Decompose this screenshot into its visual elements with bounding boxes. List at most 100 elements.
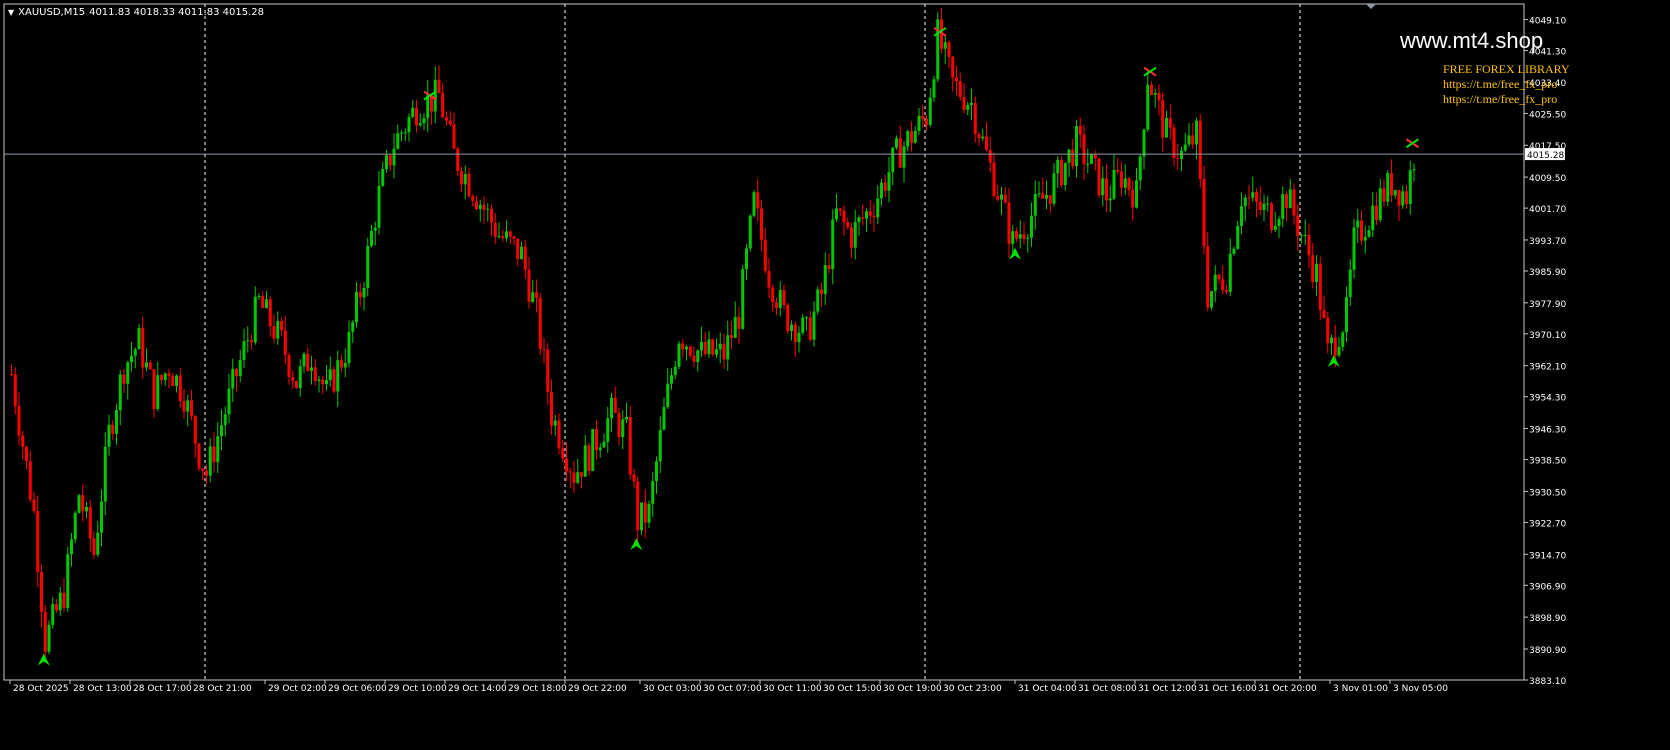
candle-body (1296, 215, 1300, 236)
candle-body (932, 79, 936, 98)
candle-body (1142, 129, 1146, 157)
candle-body (261, 296, 265, 309)
candle-body (407, 116, 411, 133)
candle-body (1157, 93, 1161, 101)
candle-body (178, 375, 182, 401)
candle-body (906, 131, 910, 147)
symbol-label: XAUUSD,M15 (18, 7, 86, 18)
candle-body (831, 219, 835, 270)
candle-body (1266, 203, 1270, 205)
x-tick-label: 30 Oct 07:00 (703, 684, 762, 694)
candle-body (193, 415, 197, 444)
candle-body (535, 292, 538, 298)
candle-body (857, 217, 861, 222)
candle-body (47, 624, 51, 652)
candle-body (1348, 269, 1352, 297)
candle-body (741, 269, 745, 329)
candle-body (343, 363, 347, 368)
candle-body (925, 118, 928, 125)
candle-body (1382, 188, 1386, 202)
candle-body (861, 217, 865, 219)
candle-body (1393, 190, 1397, 196)
candle-body (1127, 178, 1131, 190)
candle-body (718, 343, 722, 350)
candle-body (711, 339, 715, 355)
candle-body (1063, 162, 1067, 186)
candle-body (1202, 178, 1206, 247)
candle-body (1330, 337, 1333, 344)
candle-body (580, 472, 583, 477)
candle-body (493, 222, 497, 237)
candle-body (943, 42, 947, 49)
candle-body (722, 343, 726, 360)
candle-body (396, 133, 400, 149)
candle-body (1183, 144, 1187, 151)
chart-window[interactable]: 4049.10 4041.30 4033.40 4025.50 4017.50 4009.… (0, 0, 1670, 746)
dropdown-icon[interactable]: ▼ (8, 8, 14, 17)
candle-body (81, 495, 85, 512)
candle-body (475, 201, 478, 209)
candle-body (145, 362, 148, 368)
candle-body (715, 349, 718, 355)
candle-body (673, 366, 677, 376)
y-tick-label: 4049.10 (1529, 17, 1566, 27)
candle-body (1097, 158, 1101, 196)
candle-body (550, 392, 553, 426)
candle-body (328, 369, 332, 381)
candle-body (388, 155, 392, 166)
candle-body (1067, 149, 1071, 163)
candle-body (955, 77, 958, 82)
candle-body (812, 311, 816, 340)
x-tick-label: 29 Oct 10:00 (388, 684, 447, 694)
candle-body (1285, 194, 1288, 209)
candle-body (775, 302, 778, 309)
candle-body (1120, 171, 1123, 188)
candle-body (1345, 296, 1348, 333)
x-tick-label: 30 Oct 19:00 (883, 684, 942, 694)
candle-body (1300, 235, 1303, 237)
candle-body (850, 227, 853, 248)
candle-body (1093, 154, 1097, 159)
buy-arrow-icon (37, 653, 50, 666)
candle-body (1172, 127, 1176, 159)
candle-body (1277, 218, 1281, 226)
candle-body (1356, 220, 1360, 228)
candle-body (317, 379, 321, 381)
candle-body (96, 532, 100, 555)
candle-body (167, 373, 171, 376)
candle-body (486, 208, 490, 210)
candle-body (351, 322, 355, 332)
candle-body (437, 79, 441, 94)
candle-body (1146, 84, 1150, 130)
library-link[interactable]: https://t.me/free_fx_pro (1443, 92, 1570, 107)
candle-body (287, 355, 291, 377)
library-link[interactable]: https://t.me/free_fx_pro (1443, 77, 1570, 92)
candle-body (786, 304, 790, 332)
candle-body (1273, 225, 1277, 231)
candle-body (692, 355, 696, 363)
candle-body (790, 324, 793, 332)
candle-body (617, 412, 621, 438)
candle-body (355, 291, 358, 323)
candle-body (756, 192, 760, 209)
candle-body (126, 362, 130, 384)
candle-body (688, 346, 692, 356)
candle-body (21, 435, 25, 447)
candle-body (62, 592, 66, 608)
candle-body (1030, 215, 1033, 238)
candle-body (310, 367, 313, 372)
candle-body (696, 350, 700, 363)
candle-body (1363, 236, 1367, 241)
candle-body (636, 481, 640, 531)
candle-body (936, 19, 940, 80)
candle-body (996, 195, 1000, 200)
candle-body (1198, 120, 1202, 179)
candle-body (928, 97, 932, 125)
candle-body (100, 501, 103, 533)
candle-body (141, 328, 145, 368)
buy-arrow-icon (1327, 355, 1340, 368)
price-chart[interactable]: 4049.104041.304033.404025.504017.504009.… (0, 0, 1670, 746)
candle-body (205, 470, 208, 476)
candle-body (276, 320, 280, 339)
candle-body (1003, 194, 1007, 203)
